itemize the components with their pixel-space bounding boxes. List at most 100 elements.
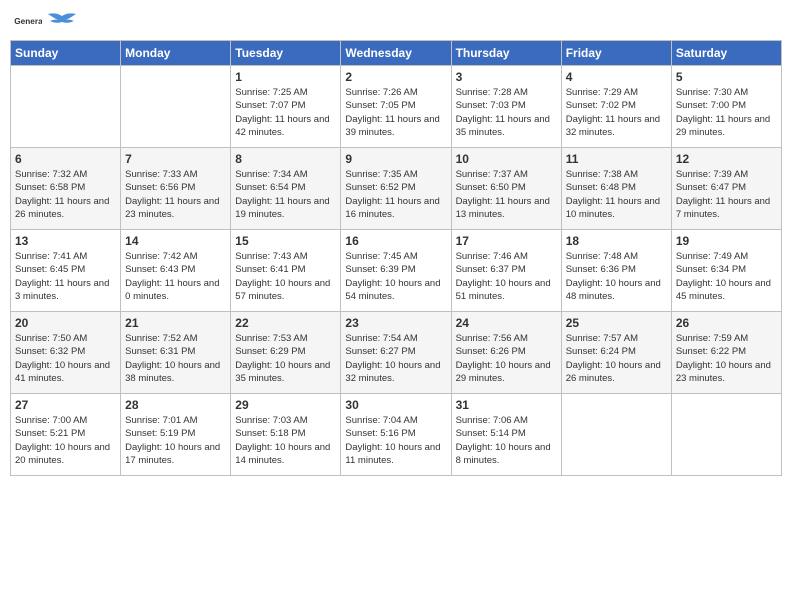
weekday-header-sunday: Sunday: [11, 41, 121, 66]
calendar-week-row: 13 Sunrise: 7:41 AM Sunset: 6:45 PM Dayli…: [11, 230, 782, 312]
day-number: 19: [676, 234, 777, 248]
logo: General: [14, 10, 76, 32]
day-number: 10: [456, 152, 557, 166]
day-info: Sunrise: 7:43 AM Sunset: 6:41 PM Dayligh…: [235, 250, 336, 303]
calendar-header: SundayMondayTuesdayWednesdayThursdayFrid…: [11, 41, 782, 66]
day-number: 17: [456, 234, 557, 248]
calendar-cell: 16 Sunrise: 7:45 AM Sunset: 6:39 PM Dayli…: [341, 230, 451, 312]
day-number: 8: [235, 152, 336, 166]
day-info: Sunrise: 7:38 AM Sunset: 6:48 PM Dayligh…: [566, 168, 667, 221]
day-info: Sunrise: 7:25 AM Sunset: 7:07 PM Dayligh…: [235, 86, 336, 139]
day-info: Sunrise: 7:42 AM Sunset: 6:43 PM Dayligh…: [125, 250, 226, 303]
calendar-cell: 3 Sunrise: 7:28 AM Sunset: 7:03 PM Daylig…: [451, 66, 561, 148]
day-number: 20: [15, 316, 116, 330]
weekday-header-thursday: Thursday: [451, 41, 561, 66]
calendar-table: SundayMondayTuesdayWednesdayThursdayFrid…: [10, 40, 782, 476]
calendar-cell: 2 Sunrise: 7:26 AM Sunset: 7:05 PM Daylig…: [341, 66, 451, 148]
day-number: 29: [235, 398, 336, 412]
day-info: Sunrise: 7:45 AM Sunset: 6:39 PM Dayligh…: [345, 250, 446, 303]
calendar-cell: 30 Sunrise: 7:04 AM Sunset: 5:16 PM Dayli…: [341, 394, 451, 476]
day-number: 30: [345, 398, 446, 412]
day-info: Sunrise: 7:57 AM Sunset: 6:24 PM Dayligh…: [566, 332, 667, 385]
calendar-cell: 4 Sunrise: 7:29 AM Sunset: 7:02 PM Daylig…: [561, 66, 671, 148]
day-number: 25: [566, 316, 667, 330]
day-number: 4: [566, 70, 667, 84]
calendar-cell: [121, 66, 231, 148]
day-number: 11: [566, 152, 667, 166]
day-info: Sunrise: 7:01 AM Sunset: 5:19 PM Dayligh…: [125, 414, 226, 467]
calendar-cell: 9 Sunrise: 7:35 AM Sunset: 6:52 PM Daylig…: [341, 148, 451, 230]
weekday-header-saturday: Saturday: [671, 41, 781, 66]
calendar-cell: 8Sunrise: 7:34 AM Sunset: 6:54 PM Daylig…: [231, 148, 341, 230]
day-number: 12: [676, 152, 777, 166]
day-info: Sunrise: 7:32 AM Sunset: 6:58 PM Dayligh…: [15, 168, 116, 221]
day-info: Sunrise: 7:41 AM Sunset: 6:45 PM Dayligh…: [15, 250, 116, 303]
day-info: Sunrise: 7:26 AM Sunset: 7:05 PM Dayligh…: [345, 86, 446, 139]
day-info: Sunrise: 7:28 AM Sunset: 7:03 PM Dayligh…: [456, 86, 557, 139]
day-info: Sunrise: 7:35 AM Sunset: 6:52 PM Dayligh…: [345, 168, 446, 221]
calendar-cell: 27 Sunrise: 7:00 AM Sunset: 5:21 PM Dayli…: [11, 394, 121, 476]
day-number: 2: [345, 70, 446, 84]
day-number: 14: [125, 234, 226, 248]
day-info: Sunrise: 7:53 AM Sunset: 6:29 PM Dayligh…: [235, 332, 336, 385]
calendar-week-row: 6 Sunrise: 7:32 AM Sunset: 6:58 PM Daylig…: [11, 148, 782, 230]
calendar-cell: 24 Sunrise: 7:56 AM Sunset: 6:26 PM Dayli…: [451, 312, 561, 394]
day-info: Sunrise: 7:00 AM Sunset: 5:21 PM Dayligh…: [15, 414, 116, 467]
calendar-cell: 20 Sunrise: 7:50 AM Sunset: 6:32 PM Dayli…: [11, 312, 121, 394]
day-number: 1: [235, 70, 336, 84]
calendar-cell: 7Sunrise: 7:33 AM Sunset: 6:56 PM Daylig…: [121, 148, 231, 230]
calendar-cell: 11 Sunrise: 7:38 AM Sunset: 6:48 PM Dayli…: [561, 148, 671, 230]
calendar-cell: 18 Sunrise: 7:48 AM Sunset: 6:36 PM Dayli…: [561, 230, 671, 312]
day-info: Sunrise: 7:03 AM Sunset: 5:18 PM Dayligh…: [235, 414, 336, 467]
day-number: 22: [235, 316, 336, 330]
day-info: Sunrise: 7:48 AM Sunset: 6:36 PM Dayligh…: [566, 250, 667, 303]
day-number: 21: [125, 316, 226, 330]
calendar-cell: 10 Sunrise: 7:37 AM Sunset: 6:50 PM Dayli…: [451, 148, 561, 230]
calendar-cell: 29 Sunrise: 7:03 AM Sunset: 5:18 PM Dayli…: [231, 394, 341, 476]
calendar-cell: 28 Sunrise: 7:01 AM Sunset: 5:19 PM Dayli…: [121, 394, 231, 476]
day-info: Sunrise: 7:37 AM Sunset: 6:50 PM Dayligh…: [456, 168, 557, 221]
calendar-week-row: 1 Sunrise: 7:25 AM Sunset: 7:07 PM Daylig…: [11, 66, 782, 148]
calendar-cell: 5Sunrise: 7:30 AM Sunset: 7:00 PM Daylig…: [671, 66, 781, 148]
day-info: Sunrise: 7:56 AM Sunset: 6:26 PM Dayligh…: [456, 332, 557, 385]
weekday-header-tuesday: Tuesday: [231, 41, 341, 66]
day-number: 16: [345, 234, 446, 248]
day-number: 9: [345, 152, 446, 166]
day-info: Sunrise: 7:49 AM Sunset: 6:34 PM Dayligh…: [676, 250, 777, 303]
day-number: 27: [15, 398, 116, 412]
logo-icon: General: [14, 10, 42, 32]
day-number: 18: [566, 234, 667, 248]
calendar-cell: 21Sunrise: 7:52 AM Sunset: 6:31 PM Dayli…: [121, 312, 231, 394]
calendar-cell: 6 Sunrise: 7:32 AM Sunset: 6:58 PM Daylig…: [11, 148, 121, 230]
calendar-body: 1 Sunrise: 7:25 AM Sunset: 7:07 PM Daylig…: [11, 66, 782, 476]
weekday-row: SundayMondayTuesdayWednesdayThursdayFrid…: [11, 41, 782, 66]
header: General: [10, 10, 782, 32]
calendar-cell: [561, 394, 671, 476]
day-number: 13: [15, 234, 116, 248]
weekday-header-wednesday: Wednesday: [341, 41, 451, 66]
day-info: Sunrise: 7:30 AM Sunset: 7:00 PM Dayligh…: [676, 86, 777, 139]
day-info: Sunrise: 7:04 AM Sunset: 5:16 PM Dayligh…: [345, 414, 446, 467]
calendar-cell: 12Sunrise: 7:39 AM Sunset: 6:47 PM Dayli…: [671, 148, 781, 230]
calendar-cell: 26Sunrise: 7:59 AM Sunset: 6:22 PM Dayli…: [671, 312, 781, 394]
day-number: 3: [456, 70, 557, 84]
day-info: Sunrise: 7:50 AM Sunset: 6:32 PM Dayligh…: [15, 332, 116, 385]
day-number: 6: [15, 152, 116, 166]
weekday-header-monday: Monday: [121, 41, 231, 66]
day-info: Sunrise: 7:54 AM Sunset: 6:27 PM Dayligh…: [345, 332, 446, 385]
day-info: Sunrise: 7:29 AM Sunset: 7:02 PM Dayligh…: [566, 86, 667, 139]
calendar-cell: [11, 66, 121, 148]
calendar-cell: 22 Sunrise: 7:53 AM Sunset: 6:29 PM Dayli…: [231, 312, 341, 394]
day-number: 28: [125, 398, 226, 412]
calendar-cell: 25 Sunrise: 7:57 AM Sunset: 6:24 PM Dayli…: [561, 312, 671, 394]
day-number: 31: [456, 398, 557, 412]
calendar-cell: 14 Sunrise: 7:42 AM Sunset: 6:43 PM Dayli…: [121, 230, 231, 312]
bird-icon: [48, 12, 76, 34]
weekday-header-friday: Friday: [561, 41, 671, 66]
calendar-week-row: 20 Sunrise: 7:50 AM Sunset: 6:32 PM Dayli…: [11, 312, 782, 394]
day-number: 24: [456, 316, 557, 330]
svg-text:General: General: [14, 17, 42, 26]
calendar-cell: 23 Sunrise: 7:54 AM Sunset: 6:27 PM Dayli…: [341, 312, 451, 394]
calendar-cell: 1 Sunrise: 7:25 AM Sunset: 7:07 PM Daylig…: [231, 66, 341, 148]
day-number: 23: [345, 316, 446, 330]
